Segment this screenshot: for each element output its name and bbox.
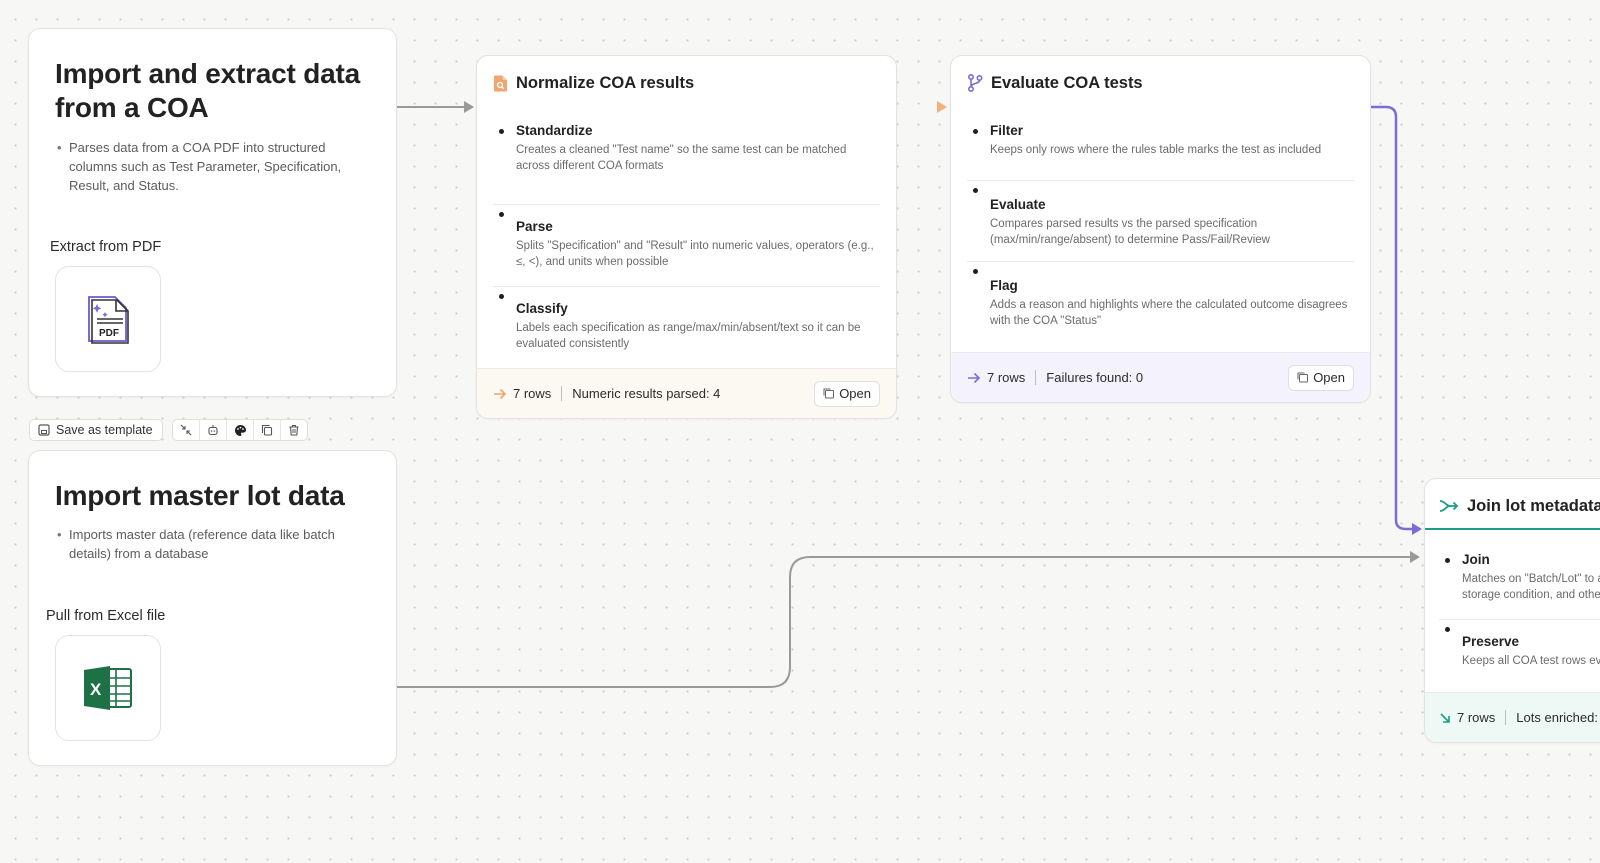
- source-card-master-lot[interactable]: Import master lot data Imports master da…: [28, 450, 397, 766]
- list-item: Imports master data (reference data like…: [57, 525, 359, 563]
- ai-agent-button[interactable]: [200, 420, 227, 440]
- node-item-list: Filter Keeps only rows where the rules t…: [967, 122, 1354, 329]
- pdf-file-icon: PDF: [88, 296, 129, 344]
- palette-icon: [234, 424, 246, 436]
- node-header: Join lot metadata: [1439, 495, 1600, 517]
- item-title: Filter: [990, 123, 1024, 138]
- file-search-icon: [494, 75, 507, 91]
- node-title: Normalize COA results: [516, 73, 695, 92]
- branch-icon: [968, 74, 983, 92]
- open-window-icon: [823, 388, 835, 399]
- pdf-icon-text: PDF: [99, 328, 119, 339]
- list-item: Standardize Creates a cleaned "Test name…: [493, 122, 880, 205]
- item-title: Preserve: [1462, 634, 1520, 649]
- footer-stat: Numeric results parsed: 4: [572, 386, 721, 401]
- node-accent-line: [1425, 528, 1600, 530]
- footer-divider: [1035, 370, 1037, 385]
- node-card-join-viewport: Join lot metadata Join Matches on "Batch…: [1420, 470, 1600, 760]
- source-card-coa[interactable]: Import and extract data from a COA Parse…: [28, 28, 397, 397]
- row-count: 7 rows: [1457, 710, 1496, 725]
- open-button[interactable]: Open: [814, 380, 880, 407]
- node-header: Normalize COA results: [493, 72, 694, 94]
- connector-arrowhead: [937, 101, 947, 113]
- collapse-button[interactable]: [173, 420, 200, 440]
- node-item-list: Standardize Creates a cleaned "Test name…: [493, 122, 880, 352]
- list-item: Join Matches on "Batch/Lot" to attach lo…: [1439, 551, 1600, 620]
- node-footer: 7 rows Lots enriched: 7: [1425, 692, 1600, 742]
- excel-input-tile[interactable]: X: [55, 635, 161, 741]
- node-item-list: Join Matches on "Batch/Lot" to attach lo…: [1439, 551, 1600, 670]
- item-description: Compares parsed results vs the parsed sp…: [990, 218, 1270, 246]
- footer-stat: Lots enriched: 7: [1516, 710, 1600, 725]
- arrow-right-icon: [968, 372, 981, 383]
- open-button[interactable]: Open: [1288, 364, 1354, 391]
- arrow-down-right-icon: [1440, 712, 1450, 723]
- list-item: Preserve Keeps all COA test rows even wh…: [1439, 620, 1600, 670]
- duplicate-button[interactable]: [254, 420, 281, 440]
- copy-icon: [261, 424, 273, 436]
- excel-icon: X: [84, 666, 132, 710]
- item-title: Parse: [516, 219, 553, 234]
- arrow-right-icon: [494, 388, 507, 399]
- save-icon: [38, 424, 50, 436]
- node-card-normalize[interactable]: Normalize COA results Standardize Create…: [476, 55, 897, 419]
- open-button-label: Open: [1313, 370, 1345, 385]
- item-description: Adds a reason and highlights where the c…: [990, 299, 1348, 327]
- item-description: Keeps only rows where the rules table ma…: [990, 144, 1322, 156]
- source-input-label: Extract from PDF: [50, 239, 162, 255]
- robot-icon: [208, 425, 218, 436]
- node-title: Evaluate COA tests: [991, 73, 1143, 92]
- source-bullets: Imports master data (reference data like…: [57, 525, 359, 563]
- row-count: 7 rows: [513, 386, 552, 401]
- item-description: Labels each specification as range/max/m…: [516, 322, 861, 350]
- collapse-icon: [180, 424, 192, 436]
- node-footer: 7 rows Failures found: 0 Open: [951, 352, 1370, 402]
- row-count: 7 rows: [987, 370, 1026, 385]
- item-title: Classify: [516, 301, 568, 316]
- save-as-template-button[interactable]: Save as template: [29, 419, 163, 441]
- node-card-evaluate[interactable]: Evaluate COA tests Filter Keeps only row…: [950, 55, 1371, 403]
- list-item: Filter Keeps only rows where the rules t…: [967, 122, 1354, 181]
- item-title: Join: [1462, 552, 1490, 567]
- open-button-label: Open: [839, 386, 871, 401]
- list-item: Parse Splits "Specification" and "Result…: [493, 205, 880, 287]
- connector-arrowhead: [464, 101, 474, 113]
- node-toolbar: [172, 419, 308, 441]
- node-header: Evaluate COA tests: [967, 72, 1143, 94]
- list-item: Parses data from a COA PDF into structur…: [57, 138, 359, 195]
- item-description: Splits "Specification" and "Result" into…: [516, 240, 874, 268]
- save-as-template-label: Save as template: [56, 423, 153, 437]
- footer-divider: [561, 386, 563, 401]
- footer-divider: [1505, 710, 1507, 725]
- node-card-join[interactable]: Join lot metadata Join Matches on "Batch…: [1424, 478, 1600, 743]
- item-description: Keeps all COA test rows even when no lot…: [1462, 655, 1600, 667]
- color-button[interactable]: [227, 420, 254, 440]
- node-title: Join lot metadata: [1467, 496, 1600, 515]
- trash-icon: [289, 424, 299, 436]
- node-footer: 7 rows Numeric results parsed: 4 Open: [477, 368, 896, 418]
- open-window-icon: [1297, 372, 1309, 383]
- list-item: Classify Labels each specification as ra…: [493, 287, 880, 352]
- connector-arrowhead: [1410, 551, 1420, 563]
- item-description: Matches on "Batch/Lot" to attach lot det…: [1462, 573, 1600, 601]
- merge-icon: [1439, 500, 1459, 512]
- list-item: Flag Adds a reason and highlights where …: [967, 262, 1354, 329]
- excel-icon-text: X: [90, 680, 102, 699]
- list-item: Evaluate Compares parsed results vs the …: [967, 181, 1354, 262]
- delete-button[interactable]: [281, 420, 307, 440]
- source-title: Import and extract data from a COA: [55, 58, 361, 123]
- pdf-input-tile[interactable]: PDF: [55, 266, 161, 372]
- source-input-label: Pull from Excel file: [46, 608, 166, 624]
- item-title: Evaluate: [990, 197, 1046, 212]
- item-title: Flag: [990, 278, 1018, 293]
- source-bullets: Parses data from a COA PDF into structur…: [57, 138, 359, 195]
- footer-stat: Failures found: 0: [1046, 370, 1144, 385]
- item-description: Creates a cleaned "Test name" so the sam…: [516, 144, 847, 172]
- item-title: Standardize: [516, 123, 593, 138]
- source-title: Import master lot data: [55, 480, 345, 511]
